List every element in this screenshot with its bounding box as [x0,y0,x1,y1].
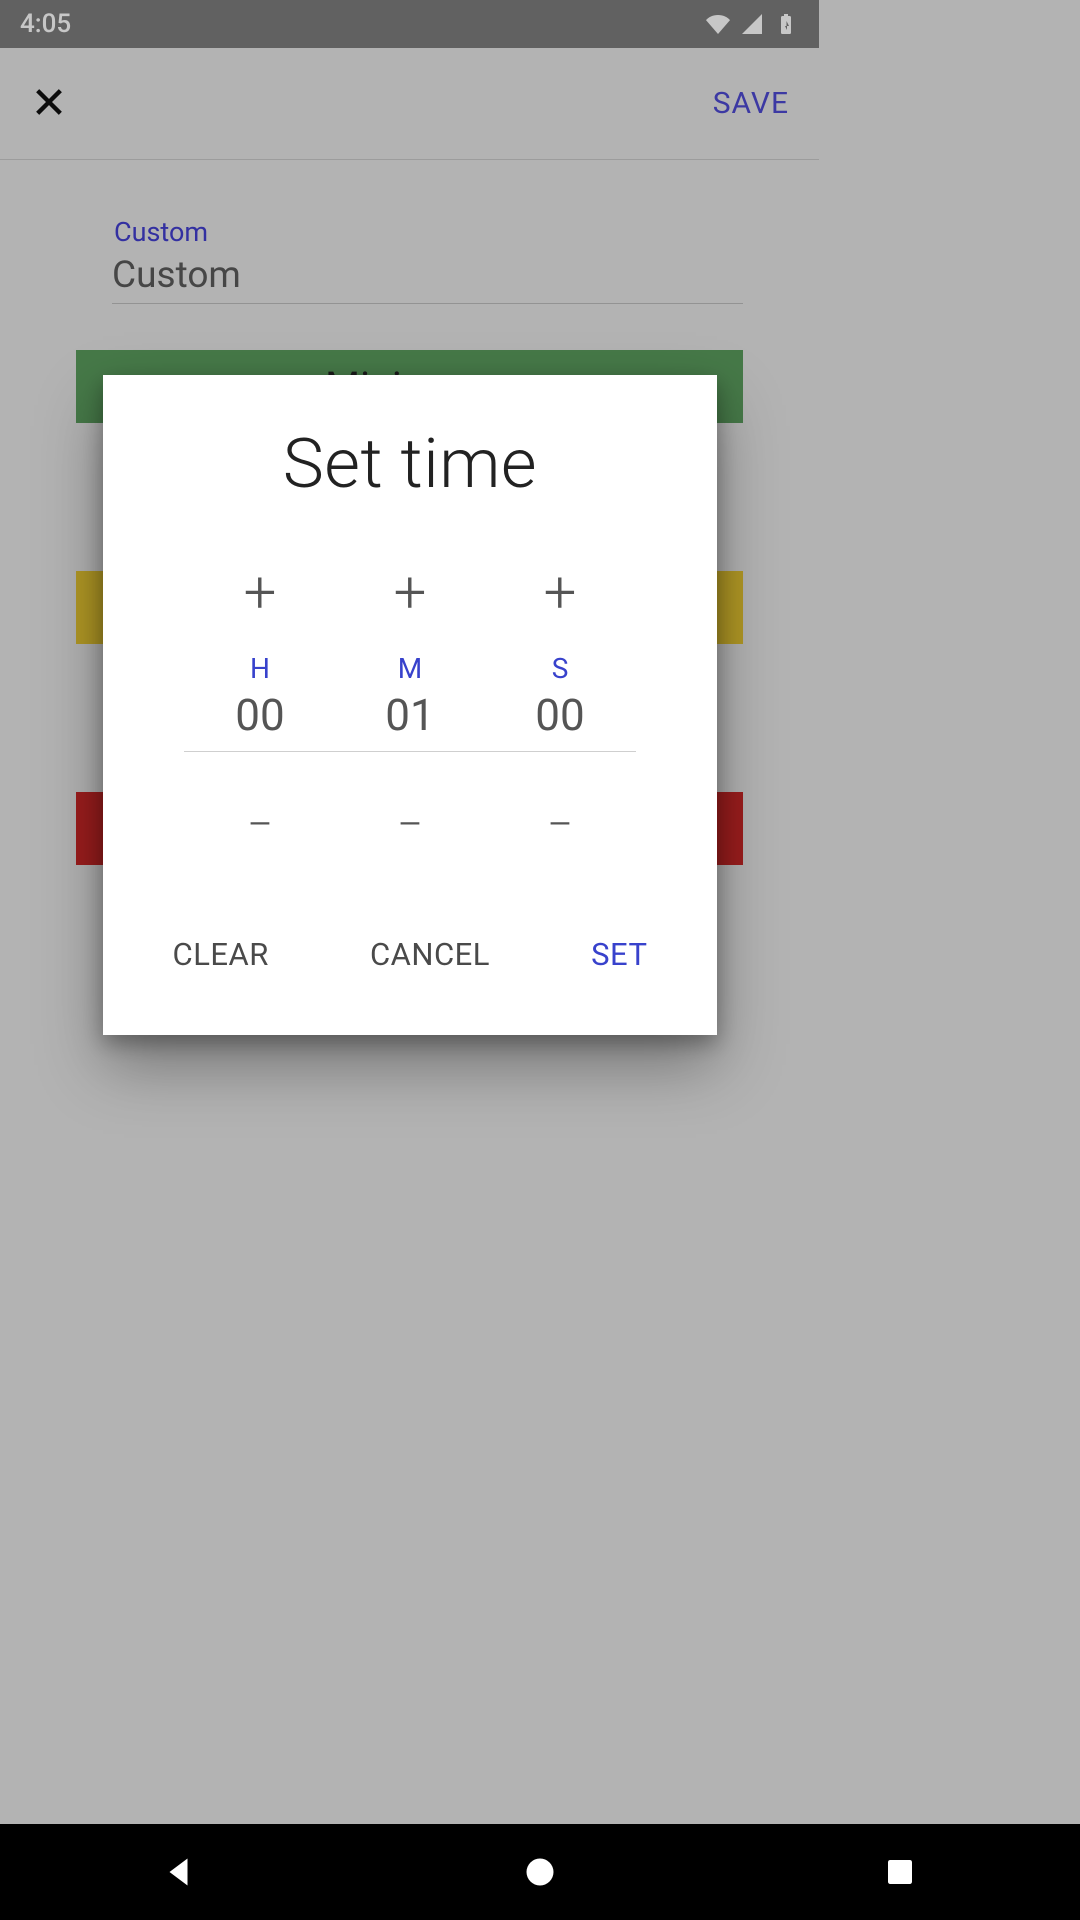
minutes-plus-button[interactable]: + [335,564,485,638]
cancel-button[interactable]: CANCEL [370,936,490,973]
minutes-column: + M 01 [335,564,485,751]
minutes-value[interactable]: 01 [335,689,485,751]
minus-row: − − − [103,802,717,876]
set-button[interactable]: SET [591,936,647,973]
hours-column: + H 00 [185,564,335,751]
seconds-plus-button[interactable]: + [485,564,635,638]
time-picker: + H 00 + M 01 + S 00 [103,564,717,751]
dialog-title: Set time [103,375,717,504]
hours-minus-button[interactable]: − [185,802,335,876]
seconds-label: S [485,652,635,685]
minutes-minus-button[interactable]: − [335,802,485,876]
dialog-actions: CLEAR CANCEL SET [103,876,717,1035]
hours-value[interactable]: 00 [185,689,335,751]
seconds-value[interactable]: 00 [485,689,635,751]
hours-plus-button[interactable]: + [185,564,335,638]
set-time-dialog: Set time + H 00 + M 01 + S 00 − − − CLEA… [103,375,717,1035]
picker-divider [184,751,636,752]
back-icon[interactable] [162,1854,198,1890]
home-icon[interactable] [522,1854,558,1890]
seconds-column: + S 00 [485,564,635,751]
minutes-label: M [335,652,485,685]
navigation-bar [0,1824,1080,1920]
seconds-minus-button[interactable]: − [485,802,635,876]
clear-button[interactable]: CLEAR [173,936,269,973]
hours-label: H [185,652,335,685]
recent-apps-icon[interactable] [882,1854,918,1890]
